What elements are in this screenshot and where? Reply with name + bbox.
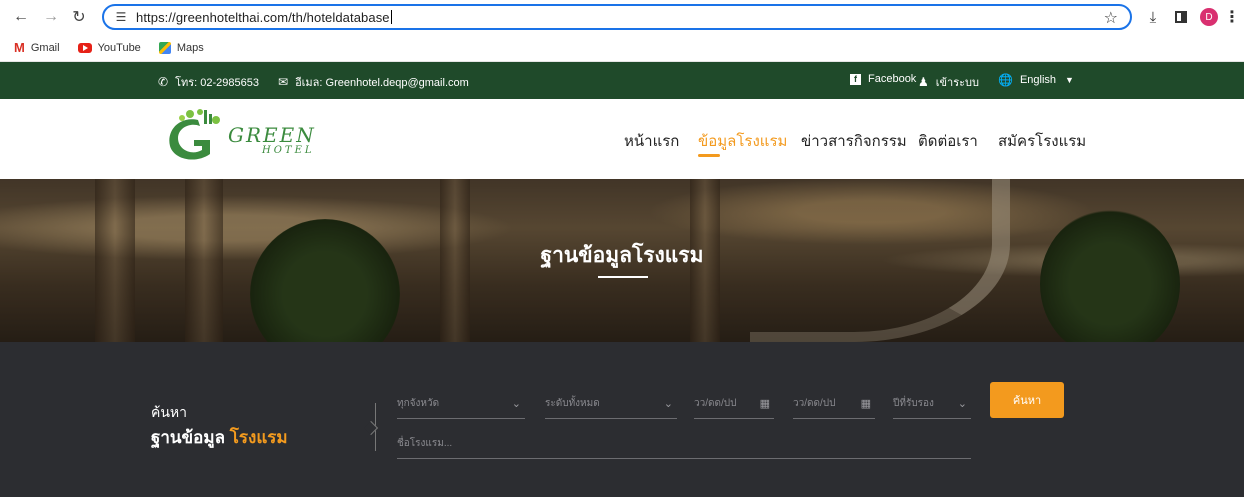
bookmark-gmail[interactable]: M Gmail	[14, 40, 60, 55]
search-label-big: ฐานข้อมูล โรงแรม	[151, 424, 288, 451]
menu-news[interactable]: ข่าวสารกิจกรรม	[801, 129, 907, 153]
youtube-icon	[77, 42, 92, 53]
maps-icon	[158, 41, 171, 54]
menu-kebab-icon[interactable]: ⋮	[1224, 6, 1240, 28]
bookmark-label: YouTube	[97, 41, 141, 54]
address-bar[interactable]: ☰ https://greenhotelthai.com/th/hoteldat…	[102, 4, 1132, 30]
download-icon[interactable]: ⤓	[1142, 6, 1164, 28]
login-label: เข้าระบบ	[935, 77, 980, 89]
calendar-icon: ▦	[860, 398, 871, 410]
chevron-down-icon: ⌄	[957, 398, 967, 410]
chevron-down-icon: ⌄	[511, 398, 521, 410]
province-value: ทุกจังหวัด	[397, 398, 440, 409]
province-select[interactable]: ทุกจังหวัด ⌄	[397, 389, 525, 419]
text-caret	[390, 10, 392, 24]
year-select[interactable]: ปีที่รับรอง ⌄	[893, 389, 971, 419]
date-to-input[interactable]: วว/ดด/ปป ▦	[793, 389, 875, 419]
menu-home[interactable]: หน้าแรก	[624, 129, 679, 153]
menu-hotel-info[interactable]: ข้อมูลโรงแรม	[698, 129, 787, 157]
facebook-label: Facebook	[868, 73, 917, 85]
hero-underline	[598, 276, 648, 278]
bookmark-label: Gmail	[30, 41, 60, 54]
logo-subtext: HOTEL	[262, 145, 315, 156]
bookmark-youtube[interactable]: YouTube	[77, 41, 141, 54]
language-selector[interactable]: 🌐 English ▼	[998, 73, 1074, 87]
gmail-icon: M	[14, 40, 25, 55]
email-info[interactable]: ✉ อีเมล: Greenhotel.deqp@gmail.com	[278, 73, 469, 91]
search-label-small: ค้นหา	[151, 404, 188, 420]
envelope-icon: ✉	[278, 75, 289, 89]
date-from-input[interactable]: วว/ดด/ปป ▦	[694, 389, 774, 419]
bookmark-label: Maps	[176, 41, 204, 54]
bookmark-star-icon[interactable]: ☆	[1104, 8, 1118, 28]
phone-info: ✆ โทร: 02-2985653	[158, 73, 259, 91]
year-value: ปีที่รับรอง	[893, 398, 934, 409]
facebook-link[interactable]: f Facebook	[850, 73, 916, 85]
date-to-value: วว/ดด/ปป	[793, 398, 836, 409]
back-icon[interactable]: ←	[10, 6, 32, 28]
menu-register[interactable]: สมัครโรงแรม	[998, 129, 1086, 153]
chevron-down-icon: ⌄	[663, 398, 673, 410]
search-button[interactable]: ค้นหา	[990, 382, 1064, 418]
globe-icon: 🌐	[998, 73, 1013, 87]
hotel-name-input[interactable]: ชื่อโรงแรม...	[397, 429, 971, 459]
calendar-icon: ▦	[759, 398, 770, 410]
language-label: English	[1019, 74, 1057, 86]
login-link[interactable]: ♟ เข้าระบบ	[918, 73, 979, 91]
phone-text: โทร: 02-2985653	[175, 77, 259, 89]
side-panel-icon[interactable]	[1170, 6, 1192, 28]
hero-title: ฐานข้อมูลโรงแรม	[540, 244, 704, 267]
level-value: ระดับทั้งหมด	[545, 398, 600, 409]
contact-bar: ✆ โทร: 02-2985653 ✉ อีเมล: Greenhotel.de…	[0, 62, 1244, 99]
search-divider	[368, 403, 376, 451]
profile-avatar[interactable]: D	[1198, 6, 1220, 28]
profile-initial: D	[1200, 8, 1218, 26]
menu-contact[interactable]: ติดต่อเรา	[918, 129, 978, 153]
search-label-hotel: โรงแรม	[229, 428, 288, 447]
email-text[interactable]: อีเมล: Greenhotel.deqp@gmail.com	[295, 73, 469, 91]
logo-text: GREEN	[228, 123, 316, 147]
site-settings-icon[interactable]: ☰	[110, 10, 132, 24]
address-url[interactable]: https://greenhotelthai.com/th/hoteldatab…	[136, 10, 390, 25]
bookmark-maps[interactable]: Maps	[158, 41, 204, 54]
date-from-value: วว/ดด/ปป	[694, 398, 737, 409]
reload-icon[interactable]: ↻	[68, 6, 90, 28]
browser-chrome: ← → ↻ ☰ https://greenhotelthai.com/th/ho…	[0, 0, 1244, 62]
search-label-database: ฐานข้อมูล	[151, 428, 226, 447]
facebook-icon: f	[850, 73, 861, 85]
phone-icon: ✆	[158, 75, 169, 89]
hotel-name-placeholder: ชื่อโรงแรม...	[397, 438, 453, 449]
bookmarks-bar: M Gmail YouTube Maps	[14, 40, 204, 55]
forward-icon[interactable]: →	[40, 6, 62, 28]
user-icon: ♟	[918, 75, 929, 89]
caret-down-icon: ▼	[1065, 75, 1074, 85]
level-select[interactable]: ระดับทั้งหมด ⌄	[545, 389, 677, 419]
